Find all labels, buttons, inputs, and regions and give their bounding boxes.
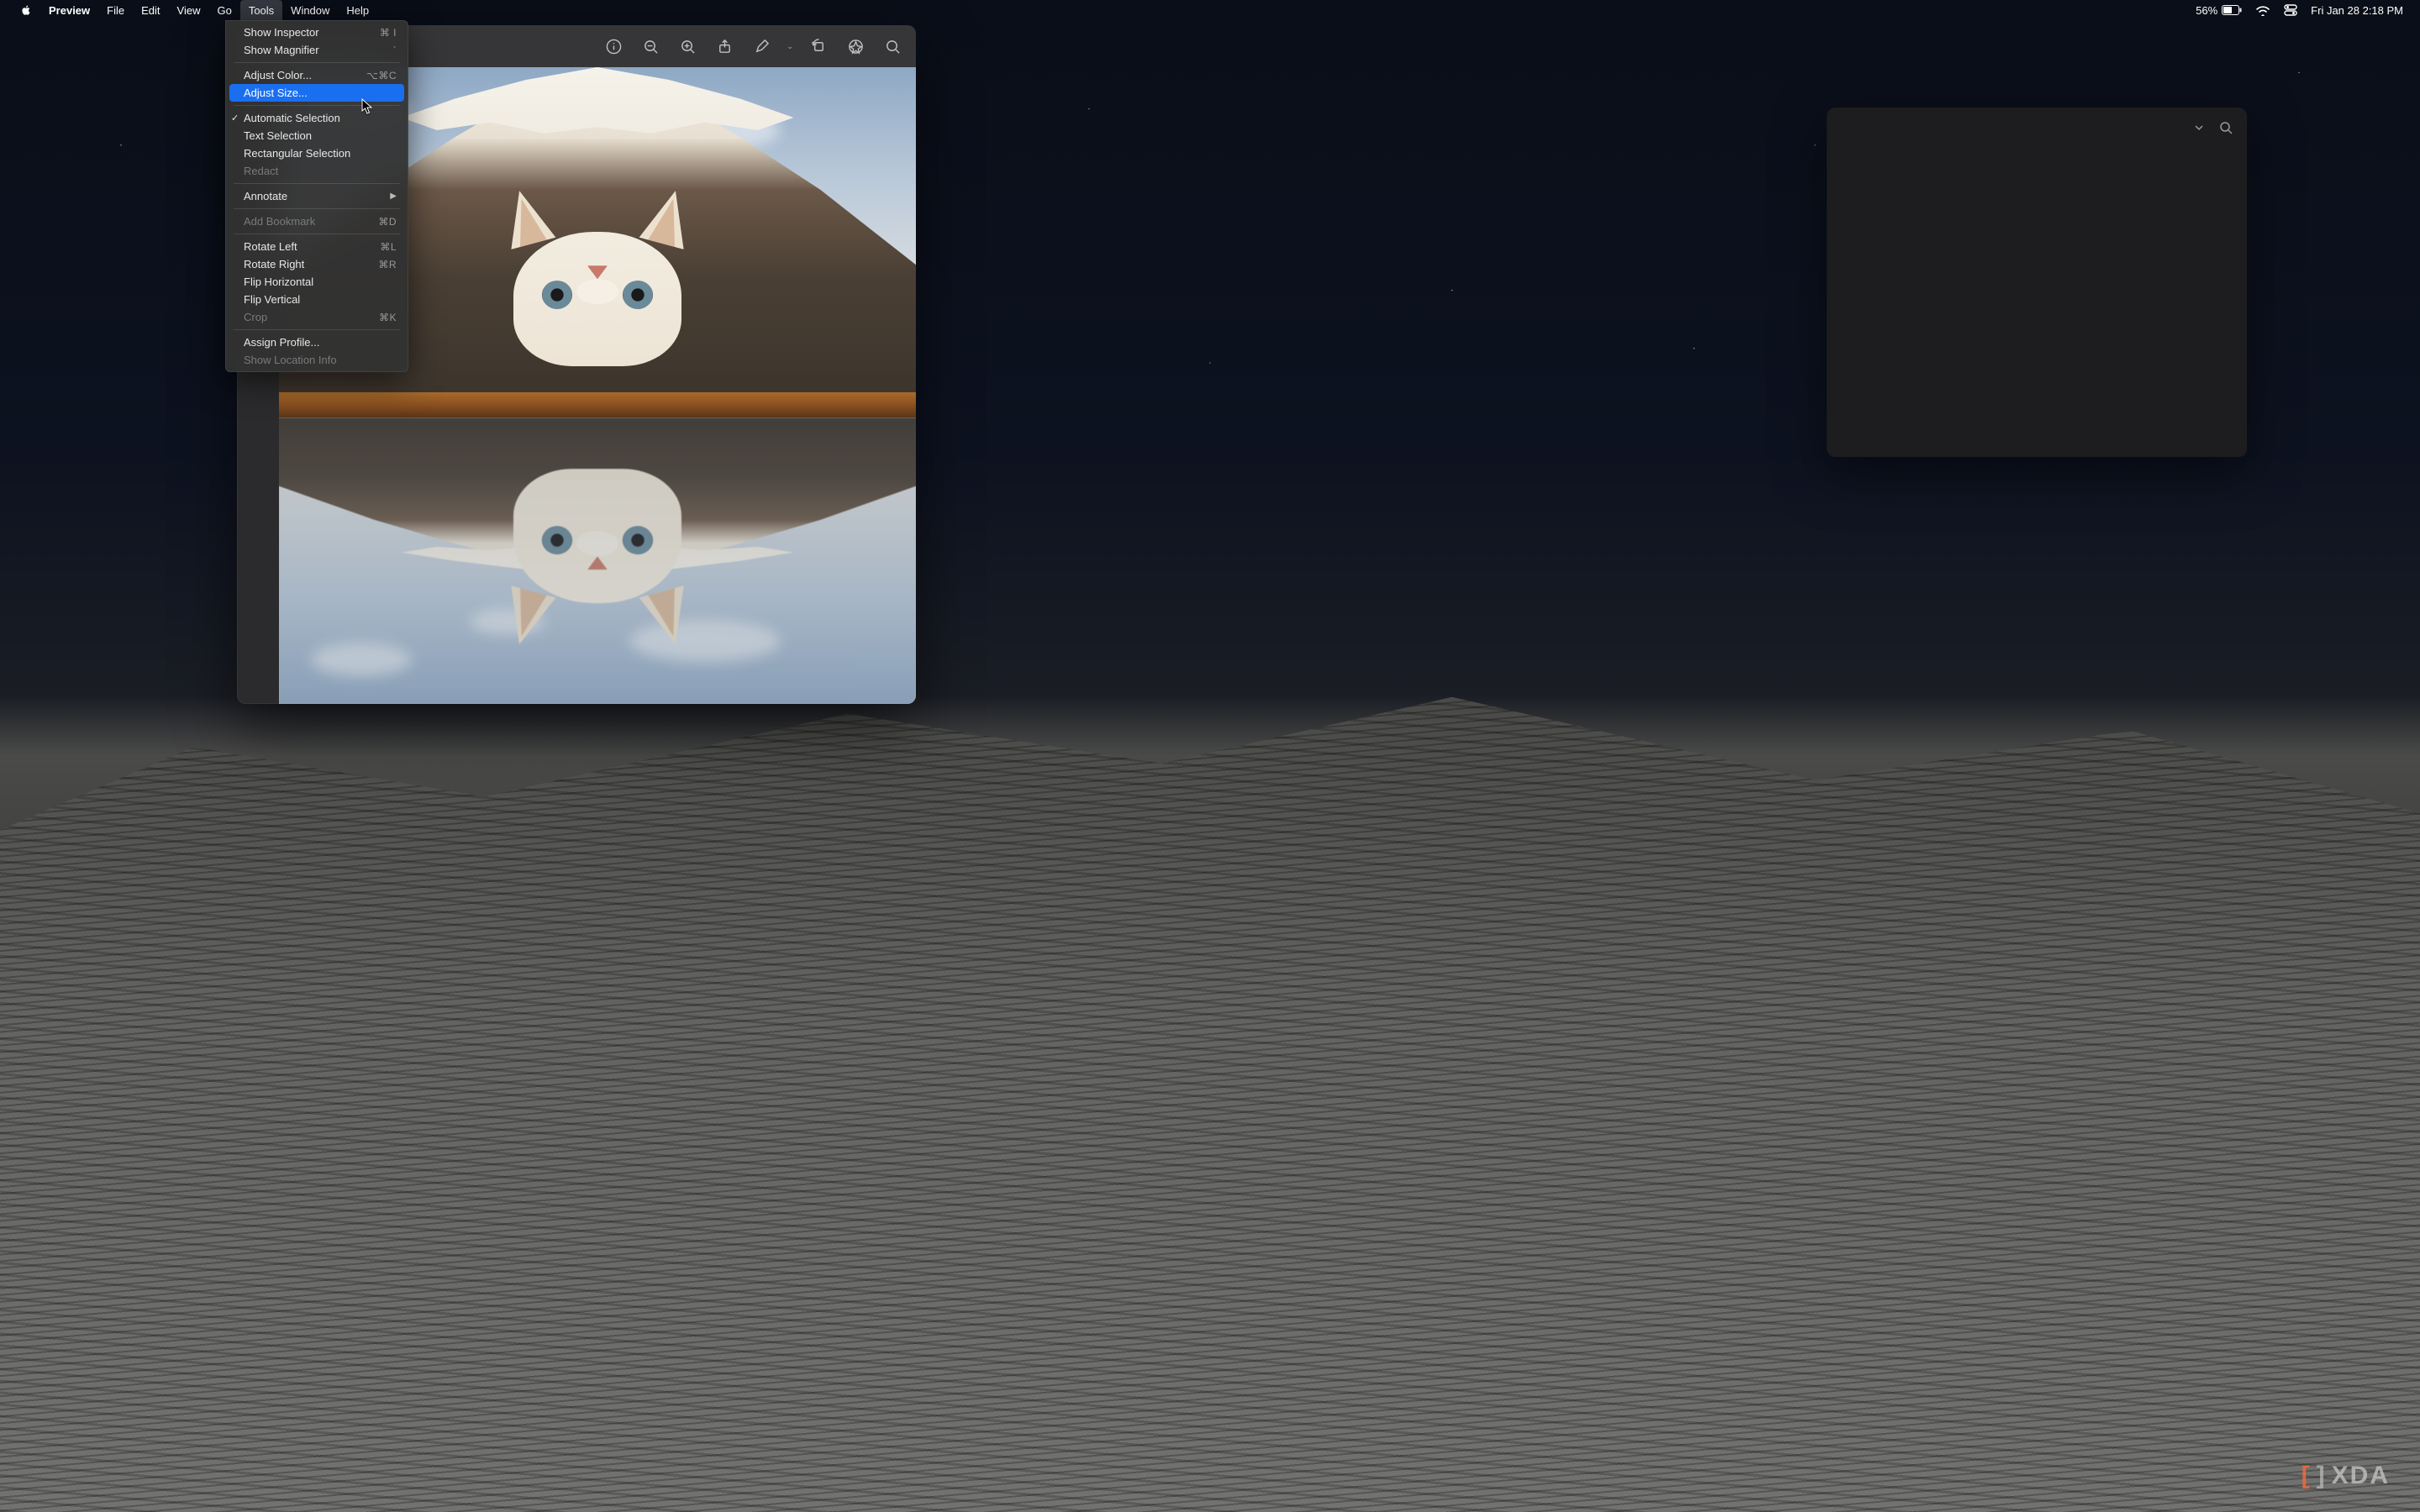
menu-item-label: Rotate Right (244, 258, 304, 270)
menu-item-rotate-left[interactable]: Rotate Left ⌘L (225, 238, 408, 255)
datetime-label[interactable]: Fri Jan 28 2:18 PM (2304, 0, 2410, 20)
menu-item-text-selection[interactable]: Text Selection (225, 127, 408, 144)
menu-item-label: Flip Horizontal (244, 276, 313, 288)
menu-window[interactable]: Window (282, 0, 338, 20)
menu-item-label: Automatic Selection (244, 112, 340, 124)
battery-status[interactable]: 56% (2189, 0, 2249, 20)
menu-item-flip-vertical[interactable]: Flip Vertical (225, 291, 408, 308)
menu-help[interactable]: Help (338, 0, 377, 20)
menu-view[interactable]: View (169, 0, 209, 20)
bracket-icon: ] (2317, 1462, 2327, 1490)
menu-item-redact: Redact (225, 162, 408, 180)
menu-separator (234, 183, 400, 184)
keyboard-shortcut-label: ⌘K (379, 312, 397, 323)
macos-menubar: Preview File Edit View Go Tools Window H… (0, 0, 2420, 20)
search-icon[interactable] (879, 34, 906, 58)
info-icon[interactable] (600, 34, 627, 58)
menu-item-label: Redact (244, 165, 278, 177)
wallpaper-rocks (0, 680, 2420, 1512)
mouse-cursor-icon (361, 98, 373, 115)
menu-item-annotate[interactable]: Annotate ▶ (225, 187, 408, 205)
keyboard-shortcut-label: ⌘R (378, 259, 397, 270)
menu-item-label: Adjust Color... (244, 69, 312, 81)
markup-toolbar-icon[interactable] (842, 34, 869, 58)
app-menu-preview[interactable]: Preview (40, 0, 98, 20)
menu-item-label: Show Inspector (244, 26, 319, 39)
menu-item-automatic-selection[interactable]: ✓ Automatic Selection (225, 109, 408, 127)
menu-item-show-inspector[interactable]: Show Inspector ⌘ I (225, 24, 408, 41)
menu-item-show-magnifier[interactable]: Show Magnifier ` (225, 41, 408, 59)
menu-item-label: Assign Profile... (244, 336, 319, 349)
menu-item-label: Text Selection (244, 129, 312, 142)
battery-percent-label: 56% (2196, 4, 2217, 17)
menu-item-label: Show Magnifier (244, 44, 319, 56)
keyboard-shortcut-label: ⌘D (378, 216, 397, 228)
menu-item-assign-profile[interactable]: Assign Profile... (225, 333, 408, 351)
rotate-icon[interactable] (805, 34, 832, 58)
battery-icon (2222, 5, 2242, 15)
menu-go[interactable]: Go (208, 0, 239, 20)
menu-tools[interactable]: Tools (240, 0, 282, 20)
menu-item-label: Rotate Left (244, 240, 297, 253)
menu-item-adjust-size[interactable]: Adjust Size... (229, 84, 404, 102)
share-icon[interactable] (711, 34, 738, 58)
zoom-in-icon[interactable] (674, 34, 701, 58)
keyboard-shortcut-label: ` (393, 45, 397, 56)
keyboard-shortcut-label: ⌥⌘C (366, 70, 397, 81)
menu-item-label: Flip Vertical (244, 293, 300, 306)
checkmark-icon: ✓ (231, 113, 239, 123)
menu-separator (234, 329, 400, 330)
bracket-icon: [ (2302, 1462, 2312, 1490)
tools-dropdown-menu: Show Inspector ⌘ I Show Magnifier ` Adjust C… (225, 20, 408, 372)
menu-edit[interactable]: Edit (133, 0, 168, 20)
apple-menu[interactable] (12, 0, 40, 20)
keyboard-shortcut-label: ⌘ I (380, 27, 397, 39)
menu-item-label: Add Bookmark (244, 215, 315, 228)
watermark-text: XDA (2332, 1462, 2390, 1490)
menu-item-flip-horizontal[interactable]: Flip Horizontal (225, 273, 408, 291)
menu-item-rectangular-selection[interactable]: Rectangular Selection (225, 144, 408, 162)
wifi-icon[interactable] (2249, 0, 2277, 20)
menu-item-show-location-info: Show Location Info (225, 351, 408, 369)
control-center-icon[interactable] (2277, 0, 2304, 20)
chevron-down-icon[interactable]: ⌄ (785, 42, 795, 51)
menu-item-adjust-color[interactable]: Adjust Color... ⌥⌘C (225, 66, 408, 84)
menu-item-crop: Crop ⌘K (225, 308, 408, 326)
menu-item-label: Crop (244, 311, 267, 323)
menu-item-label: Annotate (244, 190, 287, 202)
menu-separator (234, 105, 400, 106)
menu-item-add-bookmark: Add Bookmark ⌘D (225, 213, 408, 230)
search-icon[interactable] (2213, 115, 2238, 140)
menu-item-label: Rectangular Selection (244, 147, 350, 160)
chevron-down-icon[interactable] (2191, 120, 2207, 135)
menu-item-label: Adjust Size... (244, 87, 308, 99)
background-window[interactable] (1827, 108, 2247, 457)
markup-pen-icon[interactable] (748, 34, 775, 58)
menu-separator (234, 62, 400, 63)
xda-watermark: [] XDA (2302, 1462, 2390, 1490)
menu-file[interactable]: File (98, 0, 133, 20)
zoom-out-icon[interactable] (637, 34, 664, 58)
keyboard-shortcut-label: ⌘L (380, 241, 397, 253)
menu-separator (234, 208, 400, 209)
menu-item-rotate-right[interactable]: Rotate Right ⌘R (225, 255, 408, 273)
submenu-arrow-icon: ▶ (390, 192, 397, 201)
menu-item-label: Show Location Info (244, 354, 337, 366)
